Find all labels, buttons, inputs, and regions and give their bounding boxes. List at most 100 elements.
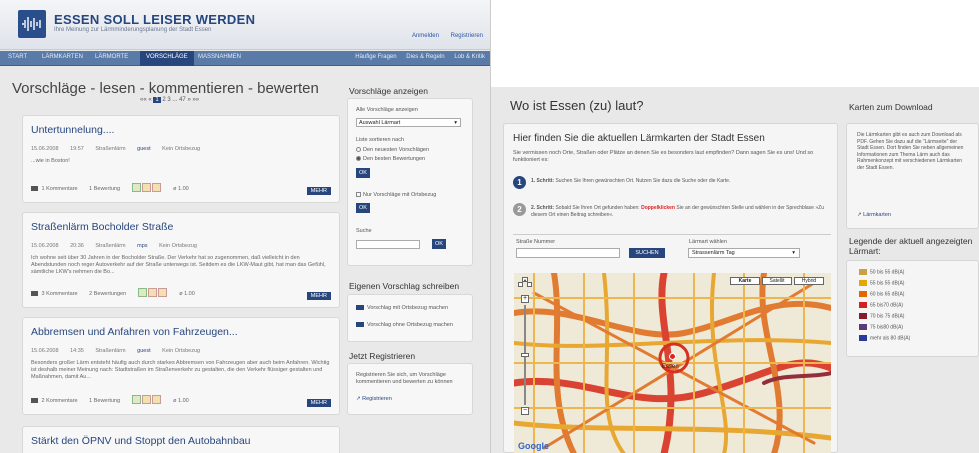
legend-label: 60 bis 65 dB(A) [870,291,905,298]
nav-start[interactable]: START [8,54,27,60]
post-title[interactable]: Stärkt den ÖPNV und Stoppt den Autobahnb… [31,435,251,447]
google-logo: Google [518,441,549,451]
rating-boxes[interactable] [131,183,162,194]
more-button[interactable]: MEHR [306,292,331,300]
write-without-location-link[interactable]: Vorschlag ohne Ortsbezug machen [356,322,453,328]
search-button[interactable]: SUCHEN [629,248,665,258]
post-title[interactable]: Abbremsen und Anfahren von Fahrzeugen... [31,326,238,338]
post-excerpt: ...wie in Boston! [31,158,70,164]
legend-swatch [859,335,867,341]
nav-feedback[interactable]: Lob & Kritik [454,54,485,60]
noise-layer-select[interactable]: Strassenlärm Tag ▾ [688,248,800,258]
nav-vorschlaege[interactable]: VORSCHLÄGE [140,51,194,66]
legend-item: 75 bis80 dB(A) [859,324,903,330]
map-marker-icon[interactable] [669,353,676,360]
ok-button[interactable]: OK [356,203,370,213]
post-footer: 2 Kommentare 1 Bewertung ø 1.00 [31,395,199,406]
search-ok-button[interactable]: OK [432,239,446,249]
download-link-label: Lärmkarten [863,212,891,218]
pager-prev[interactable]: «« « [140,97,152,103]
download-link[interactable]: ↗ Lärmkarten [857,212,891,218]
map-type-hybrid[interactable]: Hybrid [794,277,824,285]
legend-swatch [859,313,867,319]
page-title: Vorschläge - lesen - kommentieren - bewe… [12,80,319,97]
page-title: Wo ist Essen (zu) laut? [510,98,644,113]
noise-type-select[interactable]: Auswahl Lärmart ▾ [356,118,461,127]
legend-item: 70 bis 75 dB(A) [859,313,904,319]
nav-rules[interactable]: Dies & Regeln [406,54,444,60]
post-location-ref: Kein Ortsbezug [162,146,201,152]
search-input[interactable] [356,240,420,249]
step-1-text: Suchen Sie Ihren gewünschten Ort. Nutzen… [555,178,731,184]
filter-box: Alle Vorschläge anzeigen Auswahl Lärmart… [347,98,473,266]
post-user[interactable]: guest [137,348,150,354]
map-canvas [514,273,831,453]
local-only-checkbox[interactable]: Nur Vorschläge mit Ortsbezug [356,192,436,198]
post-user[interactable]: guest [137,146,150,152]
zoom-out-icon[interactable]: − [521,407,529,415]
sort-newest-label: Den neuesten Vorschlägen [363,147,430,153]
post-category: Straßenlärm [95,146,126,152]
register-link[interactable]: Registrieren [451,33,483,39]
pager-page[interactable]: 1 [153,97,161,103]
sort-best-option[interactable]: Den besten Bewertungen [356,156,425,162]
zoom-slider-handle[interactable] [521,353,529,357]
pagination: «« « 1 2 3 ... 47 » »» [140,97,199,103]
chevron-down-icon: ▾ [792,250,795,256]
map-type-satellit[interactable]: Satellit [762,277,792,285]
pan-left-icon[interactable] [518,282,523,287]
comment-count[interactable]: 2 Kommentare [42,398,78,404]
show-suggestions-heading: Vorschläge anzeigen [349,86,428,96]
more-button[interactable]: MEHR [306,187,331,195]
legend-label: 50 bis 55 dB(A) [870,269,905,276]
noise-type-value: Auswahl Lärmart [359,120,401,126]
post-user[interactable]: mps [137,243,147,249]
write-with-label: Vorschlag mit Ortsbezug machen [367,305,449,311]
logo[interactable] [18,10,46,38]
pager-page[interactable]: 2 [162,97,165,103]
rating-boxes[interactable] [131,395,162,406]
ok-button[interactable]: OK [356,168,370,178]
legend-swatch [859,280,867,286]
write-with-location-link[interactable]: Vorschlag mit Ortsbezug machen [356,305,448,311]
register-link-box[interactable]: ↗ Registrieren [356,396,392,402]
map-pan-control[interactable]: ▴ [518,277,532,291]
register-box: Registrieren Sie sich, um Vorschläge kom… [347,363,473,415]
nav-massnahmen[interactable]: MASSNAHMEN [198,54,241,60]
legend-swatch [859,291,867,297]
pager-page[interactable]: 3 [167,97,170,103]
post-time: 19:57 [70,146,84,152]
legend-label: 65 bis70 dB(A) [870,302,904,309]
nav-laermorte[interactable]: LÄRMORTE [95,54,128,60]
street-input[interactable] [516,248,620,258]
legend-heading: Legende der aktuell angezeigten Lärmart: [849,236,973,256]
comment-icon [31,291,38,296]
noise-map[interactable]: Essen ▴ + − Karte Satellit Hybrid Google [514,273,831,453]
all-suggestions-label[interactable]: Alle Vorschläge anzeigen [356,107,418,113]
login-link[interactable]: Anmelden [412,33,439,39]
nav-faq[interactable]: Häufige Fragen [355,54,396,60]
site-header: ESSEN SOLL LEISER WERDEN Ihre Meinung zu… [0,0,490,50]
sort-label: Liste sortieren nach [356,137,404,143]
panel-title: Hier finden Sie die aktuellen Lärmkarten… [513,133,765,144]
download-text: Die Lärmkarten gibt es auch zum Download… [857,132,964,171]
more-button[interactable]: MEHR [306,399,331,407]
post-title[interactable]: Straßenlärm Bocholder Straße [31,221,173,233]
comment-count[interactable]: 1 Kommentare [42,186,78,192]
comment-icon [31,186,38,191]
pan-right-icon[interactable] [527,282,532,287]
zoom-in-icon[interactable]: + [521,295,529,303]
sort-best-label: Den besten Bewertungen [363,156,426,162]
map-type-karte[interactable]: Karte [730,277,760,285]
sort-newest-option[interactable]: Den neuesten Vorschlägen [356,147,429,153]
nav-laermkarten[interactable]: LÄRMKARTEN [42,54,83,60]
legend-label: 55 bis 55 dB(A) [870,280,905,287]
comment-icon [31,398,38,403]
legend-swatch [859,302,867,308]
comment-count[interactable]: 3 Kommentare [42,291,78,297]
pager-page[interactable]: 47 [179,97,186,103]
post-title[interactable]: Untertunnelung.... [31,124,114,136]
rating-boxes[interactable] [137,288,168,299]
pager-next[interactable]: » »» [187,97,199,103]
nav-right-links: Häufige Fragen Dies & Regeln Lob & Kriti… [347,54,485,60]
